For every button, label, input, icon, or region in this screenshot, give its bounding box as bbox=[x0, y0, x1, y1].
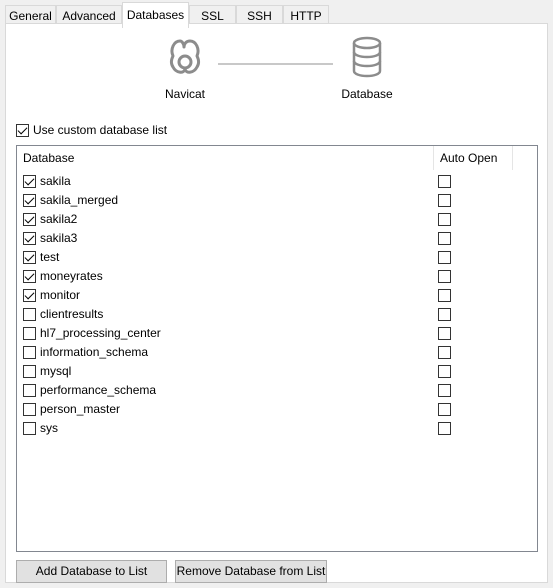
database-checkbox[interactable] bbox=[23, 251, 36, 264]
database-checkbox[interactable] bbox=[23, 232, 36, 245]
auto-open-checkbox[interactable] bbox=[438, 422, 451, 435]
auto-open-checkbox[interactable] bbox=[438, 365, 451, 378]
use-custom-list-toggle[interactable]: Use custom database list bbox=[16, 122, 167, 138]
database-name: sakila_merged bbox=[40, 193, 119, 207]
auto-open-checkbox[interactable] bbox=[438, 270, 451, 283]
database-checkbox[interactable] bbox=[23, 403, 36, 416]
database-checkbox[interactable] bbox=[23, 308, 36, 321]
auto-open-checkbox[interactable] bbox=[438, 251, 451, 264]
database-name: information_schema bbox=[40, 345, 149, 359]
database-checkbox[interactable] bbox=[23, 346, 36, 359]
list-item[interactable]: information_schema bbox=[17, 343, 537, 362]
database-name: sys bbox=[40, 421, 58, 435]
database-checkbox[interactable] bbox=[23, 175, 36, 188]
database-checkbox[interactable] bbox=[23, 194, 36, 207]
database-checkbox[interactable] bbox=[23, 270, 36, 283]
database-icon bbox=[352, 36, 382, 78]
connection-line bbox=[218, 63, 333, 65]
tab-databases[interactable]: Databases bbox=[122, 2, 189, 28]
list-item[interactable]: sakila_merged bbox=[17, 191, 537, 210]
auto-open-checkbox[interactable] bbox=[438, 194, 451, 207]
auto-open-checkbox[interactable] bbox=[438, 232, 451, 245]
list-item[interactable]: sys bbox=[17, 419, 537, 438]
auto-open-checkbox[interactable] bbox=[438, 289, 451, 302]
list-item[interactable]: mysql bbox=[17, 362, 537, 381]
database-name: test bbox=[40, 250, 60, 264]
list-item[interactable]: test bbox=[17, 248, 537, 267]
database-checkbox[interactable] bbox=[23, 327, 36, 340]
database-node: Database bbox=[332, 36, 402, 101]
database-name: mysql bbox=[40, 364, 72, 378]
list-item[interactable]: clientresults bbox=[17, 305, 537, 324]
database-checkbox[interactable] bbox=[23, 213, 36, 226]
auto-open-checkbox[interactable] bbox=[438, 384, 451, 397]
auto-open-checkbox[interactable] bbox=[438, 403, 451, 416]
auto-open-checkbox[interactable] bbox=[438, 175, 451, 188]
database-name: moneyrates bbox=[40, 269, 103, 283]
list-item[interactable]: performance_schema bbox=[17, 381, 537, 400]
add-database-button[interactable]: Add Database to List bbox=[16, 560, 167, 583]
database-checkbox[interactable] bbox=[23, 384, 36, 397]
database-checkbox[interactable] bbox=[23, 365, 36, 378]
column-header-database[interactable]: Database bbox=[17, 146, 433, 170]
navicat-label: Navicat bbox=[164, 87, 205, 101]
list-item[interactable]: sakila2 bbox=[17, 210, 537, 229]
database-name: person_master bbox=[40, 402, 121, 416]
database-list[interactable]: Database Auto Open sakila sakila_mergedsa… bbox=[16, 145, 538, 552]
auto-open-checkbox[interactable] bbox=[438, 213, 451, 226]
databases-panel: Navicat Database Use custom database lis… bbox=[5, 23, 548, 583]
remove-database-button[interactable]: Remove Database from List bbox=[175, 560, 327, 583]
database-name: monitor bbox=[40, 288, 81, 302]
auto-open-checkbox[interactable] bbox=[438, 308, 451, 321]
database-name: hl7_processing_center bbox=[40, 326, 161, 340]
use-custom-list-checkbox[interactable] bbox=[16, 123, 29, 137]
list-item[interactable]: monitor bbox=[17, 286, 537, 305]
database-checkbox[interactable] bbox=[23, 422, 36, 435]
navicat-icon bbox=[170, 39, 200, 74]
database-checkbox[interactable] bbox=[23, 289, 36, 302]
use-custom-list-label: Use custom database list bbox=[33, 123, 168, 137]
list-item[interactable]: hl7_processing_center bbox=[17, 324, 537, 343]
database-label: Database bbox=[341, 87, 393, 101]
auto-open-checkbox[interactable] bbox=[438, 327, 451, 340]
navicat-node: Navicat bbox=[150, 36, 220, 101]
list-item[interactable]: sakila bbox=[17, 172, 537, 191]
list-item[interactable]: moneyrates bbox=[17, 267, 537, 286]
database-name: sakila2 bbox=[40, 212, 78, 226]
auto-open-checkbox[interactable] bbox=[438, 346, 451, 359]
list-item[interactable]: person_master bbox=[17, 400, 537, 419]
database-name: performance_schema bbox=[40, 383, 157, 397]
database-name: sakila bbox=[40, 174, 71, 188]
column-divider[interactable] bbox=[512, 146, 513, 170]
database-name: clientresults bbox=[40, 307, 104, 321]
database-name: sakila3 bbox=[40, 231, 78, 245]
list-item[interactable]: sakila3 bbox=[17, 229, 537, 248]
column-header-auto-open[interactable]: Auto Open bbox=[434, 146, 512, 170]
